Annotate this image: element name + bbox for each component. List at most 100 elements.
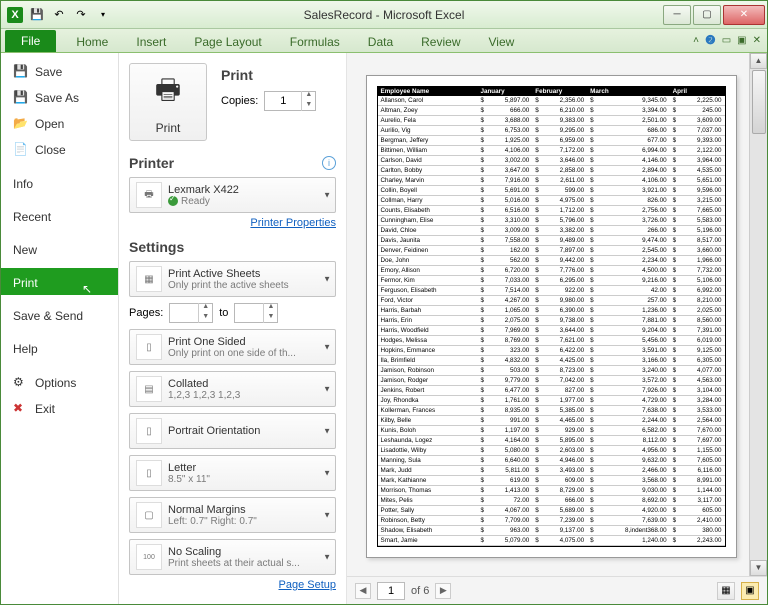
- margins-combo[interactable]: ▢ Normal MarginsLeft: 0.7" Right: 0.7" ▼: [129, 497, 336, 533]
- sidebar-item-recent[interactable]: Recent: [1, 202, 118, 229]
- close-button[interactable]: ✕: [723, 5, 765, 25]
- sidebar-label: Exit: [35, 402, 55, 416]
- print-what-combo[interactable]: ▦ Print Active SheetsOnly print the acti…: [129, 261, 336, 297]
- print-button-label: Print: [156, 121, 181, 135]
- sides-combo[interactable]: ▯ Print One SidedOnly print on one side …: [129, 329, 336, 365]
- chevron-down-icon: ▼: [323, 385, 331, 394]
- combo-sub: Left: 0.7" Right: 0.7": [168, 516, 257, 527]
- minimize-button[interactable]: ─: [663, 5, 691, 25]
- combo-title: Letter: [168, 462, 210, 474]
- printer-info-icon[interactable]: i: [322, 156, 336, 170]
- copies-spinner[interactable]: ▲▼: [264, 91, 316, 111]
- scroll-down-icon[interactable]: ▼: [750, 560, 767, 576]
- printer-icon: 🖶: [155, 69, 181, 117]
- pages-from-input[interactable]: [170, 307, 198, 319]
- help-icon[interactable]: ❷: [705, 33, 716, 47]
- inner-minimize-icon[interactable]: ▭: [722, 35, 731, 46]
- tab-home[interactable]: Home: [62, 32, 122, 52]
- print-settings-panel: 🖶 Print Print Copies: ▲▼ Printer i 🖶 Lex…: [119, 53, 347, 604]
- show-margins-button[interactable]: ▦: [717, 582, 735, 600]
- combo-sub: 1,2,3 1,2,3 1,2,3: [168, 390, 240, 401]
- combo-title: Print One Sided: [168, 336, 296, 348]
- page-icon: ▯: [136, 334, 162, 360]
- tab-page-layout[interactable]: Page Layout: [180, 32, 275, 52]
- scroll-thumb[interactable]: [752, 70, 766, 134]
- maximize-button[interactable]: ▢: [693, 5, 721, 25]
- zoom-to-page-button[interactable]: ▣: [741, 582, 759, 600]
- paper-combo[interactable]: ▯ Letter8.5" x 11" ▼: [129, 455, 336, 491]
- tab-formulas[interactable]: Formulas: [276, 32, 354, 52]
- combo-title: Portrait Orientation: [168, 425, 260, 437]
- orientation-combo[interactable]: ▯ Portrait Orientation ▼: [129, 413, 336, 449]
- inner-restore-icon[interactable]: ▣: [737, 35, 746, 46]
- next-page-button[interactable]: ▶: [435, 583, 451, 599]
- chevron-down-icon: ▼: [323, 427, 331, 436]
- page-number-box[interactable]: 1: [377, 582, 405, 600]
- combo-sub: Only print the active sheets: [168, 280, 289, 291]
- exit-icon: ✖: [13, 401, 29, 417]
- save-qat-icon[interactable]: 💾: [29, 7, 45, 23]
- redo-qat-icon[interactable]: ↷: [73, 7, 89, 23]
- print-preview-pane: Employee NameJanuaryFebruaryMarchAprilAl…: [347, 53, 767, 604]
- sidebar-label: Save As: [35, 91, 79, 105]
- scroll-up-icon[interactable]: ▲: [750, 53, 767, 69]
- save-as-icon: 💾: [13, 90, 29, 106]
- printer-heading: Printer: [129, 155, 174, 171]
- tab-file[interactable]: File: [5, 30, 56, 52]
- ribbon-tabs: File Home Insert Page Layout Formulas Da…: [1, 29, 767, 53]
- print-button[interactable]: 🖶 Print: [129, 63, 207, 141]
- undo-qat-icon[interactable]: ↶: [51, 7, 67, 23]
- sidebar-item-info[interactable]: Info: [1, 169, 118, 196]
- page-setup-link[interactable]: Page Setup: [129, 579, 336, 591]
- collate-combo[interactable]: ▤ Collated1,2,3 1,2,3 1,2,3 ▼: [129, 371, 336, 407]
- sidebar-item-print[interactable]: Print↖: [1, 268, 118, 295]
- open-icon: 📂: [13, 116, 29, 132]
- printer-combo[interactable]: 🖶 Lexmark X422 Ready ▼: [129, 177, 336, 213]
- prev-page-button[interactable]: ◀: [355, 583, 371, 599]
- copies-input[interactable]: [265, 95, 301, 107]
- sidebar-item-new[interactable]: New: [1, 235, 118, 262]
- options-icon: ⚙: [13, 375, 29, 391]
- combo-title: No Scaling: [168, 546, 300, 558]
- excel-icon: X: [7, 7, 23, 23]
- pages-to-input[interactable]: [235, 307, 263, 319]
- ready-check-icon: [168, 196, 178, 206]
- sidebar-label: Help: [13, 342, 38, 356]
- sidebar-item-help[interactable]: Help: [1, 334, 118, 361]
- tab-data[interactable]: Data: [354, 32, 407, 52]
- tab-review[interactable]: Review: [407, 32, 474, 52]
- sidebar-item-exit[interactable]: ✖ Exit: [1, 396, 118, 422]
- portrait-icon: ▯: [136, 418, 162, 444]
- backstage-sidebar: 💾Save 💾Save As 📂Open 📄Close Info Recent …: [1, 53, 119, 604]
- minimize-ribbon-icon[interactable]: ˄: [693, 35, 699, 46]
- combo-title: Collated: [168, 378, 240, 390]
- tab-view[interactable]: View: [475, 32, 529, 52]
- sidebar-item-close[interactable]: 📄 Close: [1, 137, 118, 163]
- chevron-down-icon: ▼: [323, 191, 331, 200]
- page-count-label: of 6: [411, 585, 429, 597]
- inner-close-icon[interactable]: ✕: [753, 35, 761, 46]
- tab-insert[interactable]: Insert: [122, 32, 180, 52]
- sidebar-label: Save & Send: [13, 309, 83, 323]
- titlebar: X 💾 ↶ ↷ ▾ SalesRecord - Microsoft Excel …: [1, 1, 767, 29]
- preview-scrollbar[interactable]: ▲ ▼: [749, 53, 767, 576]
- sidebar-item-save-as[interactable]: 💾 Save As: [1, 85, 118, 111]
- close-doc-icon: 📄: [13, 142, 29, 158]
- up-arrow-icon[interactable]: ▲: [302, 91, 315, 101]
- sidebar-item-options[interactable]: ⚙ Options: [1, 367, 118, 396]
- printer-properties-link[interactable]: Printer Properties: [129, 217, 336, 229]
- scaling-combo[interactable]: 100 No ScalingPrint sheets at their actu…: [129, 539, 336, 575]
- sidebar-item-open[interactable]: 📂 Open: [1, 111, 118, 137]
- sidebar-item-save[interactable]: 💾Save: [1, 59, 118, 85]
- sidebar-label: New: [13, 243, 37, 257]
- cursor-icon: ↖: [82, 282, 92, 296]
- sidebar-label: Close: [35, 143, 66, 157]
- qat-dropdown-icon[interactable]: ▾: [95, 7, 111, 23]
- down-arrow-icon[interactable]: ▼: [302, 101, 315, 111]
- sidebar-label: Open: [35, 117, 64, 131]
- pages-to-spinner[interactable]: ▲▼: [234, 303, 278, 323]
- sidebar-label: Options: [35, 376, 76, 390]
- pages-from-spinner[interactable]: ▲▼: [169, 303, 213, 323]
- combo-title: Normal Margins: [168, 504, 257, 516]
- sidebar-item-save-send[interactable]: Save & Send: [1, 301, 118, 328]
